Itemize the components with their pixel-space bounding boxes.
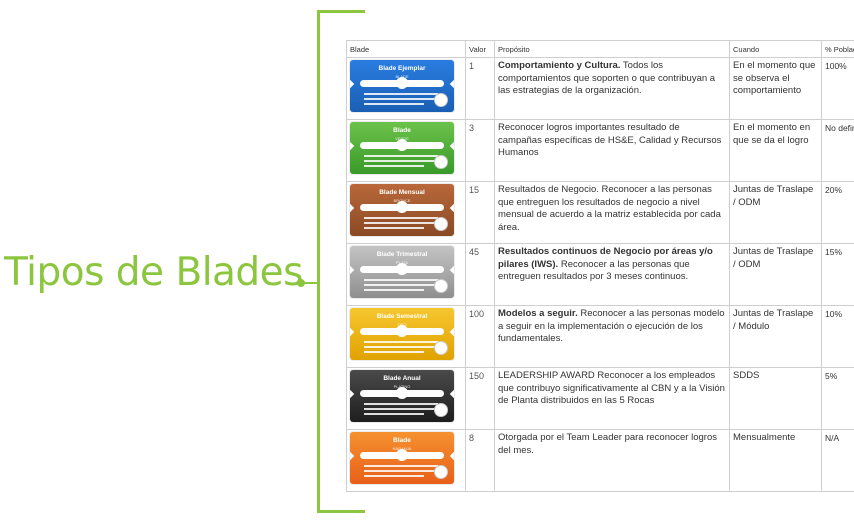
proposito-text: Resultados de Negocio. Reconocer a las p… (498, 184, 721, 233)
col-header-valor: Valor (465, 40, 495, 58)
blade-line (364, 403, 438, 405)
blade-hole (396, 77, 408, 89)
proposito-text: Reconocer logros importantes resultado d… (498, 122, 722, 158)
poblacion-cell: 20% (821, 181, 854, 244)
valor-cell: 100 (465, 305, 495, 368)
blade-line (364, 98, 438, 100)
proposito-cell: Otorgada por el Team Leader para reconoc… (494, 429, 730, 492)
connector-line (302, 282, 318, 284)
col-header-proposito: Propósito (494, 40, 730, 58)
blade-cell: Blade Mensual BRONCE (346, 181, 466, 244)
cuando-cell: En el momento en que se da el logro (729, 119, 822, 182)
valor-cell: 1 (465, 57, 495, 120)
poblacion-cell: N/A (821, 429, 854, 492)
seal-icon (434, 217, 448, 231)
table-row: Blade VERDE 3 Reconocer logros important… (346, 119, 854, 182)
blade-image: Blade VERDE (350, 122, 454, 174)
blade-line (364, 284, 438, 286)
blade-cell: Blade Anual PLATINO (346, 367, 466, 430)
poblacion-cell: No definida (821, 119, 854, 182)
proposito-bold: Modelos a seguir. (498, 308, 578, 319)
valor-cell: 150 (465, 367, 495, 430)
blade-image: Blade NARANJA (350, 432, 454, 484)
seal-icon (434, 341, 448, 355)
valor-cell: 15 (465, 181, 495, 244)
blade-line (364, 351, 424, 353)
proposito-cell: LEADERSHIP AWARD Reconocer a los emplead… (494, 367, 730, 430)
blade-hole (396, 449, 408, 461)
col-header-blade: Blade (346, 40, 466, 58)
blade-line (364, 93, 438, 95)
blade-line (364, 470, 438, 472)
col-header-poblacion: % Población (821, 40, 854, 58)
blade-hole (396, 387, 408, 399)
page-title: Tipos de Blades (4, 250, 304, 295)
blade-image: Blade Mensual BRONCE (350, 184, 454, 236)
table-row: Blade Anual PLATINO 150 LEADERSHIP AWARD… (346, 367, 854, 430)
blade-line (364, 413, 424, 415)
proposito-text: LEADERSHIP AWARD Reconocer a los emplead… (498, 370, 725, 406)
seal-icon (434, 465, 448, 479)
table-header-row: Blade Valor Propósito Cuando % Población (346, 40, 854, 58)
valor-cell: 45 (465, 243, 495, 306)
blade-line (364, 289, 424, 291)
blade-line (364, 475, 424, 477)
valor-cell: 8 (465, 429, 495, 492)
cuando-cell: Juntas de Traslape / ODM (729, 181, 822, 244)
poblacion-cell: 15% (821, 243, 854, 306)
blade-line (364, 217, 438, 219)
seal-icon (434, 155, 448, 169)
proposito-cell: Comportamiento y Cultura. Todos los comp… (494, 57, 730, 120)
cuando-cell: Mensualmente (729, 429, 822, 492)
table-row: Blade Ejemplar BLADE 1 Comportamiento y … (346, 57, 854, 120)
cuando-cell: Juntas de Traslape / Módulo (729, 305, 822, 368)
proposito-cell: Resultados continuos de Negocio por área… (494, 243, 730, 306)
blade-line (364, 227, 424, 229)
proposito-cell: Reconocer logros importantes resultado d… (494, 119, 730, 182)
cuando-cell: En el momento que se observa el comporta… (729, 57, 822, 120)
blade-cell: Blade Semestral ORO (346, 305, 466, 368)
blade-line (364, 103, 424, 105)
blade-line (364, 346, 438, 348)
seal-icon (434, 403, 448, 417)
blade-cell: Blade NARANJA (346, 429, 466, 492)
cuando-cell: SDDS (729, 367, 822, 430)
cuando-cell: Juntas de Traslape / ODM (729, 243, 822, 306)
blade-line (364, 465, 438, 467)
blade-cell: Blade Trimestral PLATA (346, 243, 466, 306)
blade-line (364, 341, 438, 343)
blade-line (364, 222, 438, 224)
blade-image: Blade Trimestral PLATA (350, 246, 454, 298)
blade-hole (396, 201, 408, 213)
table-row: Blade Mensual BRONCE 15 Resultados de Ne… (346, 181, 854, 244)
table-row: Blade Trimestral PLATA 45 Resultados con… (346, 243, 854, 306)
blade-hole (396, 139, 408, 151)
blade-line (364, 279, 438, 281)
valor-cell: 3 (465, 119, 495, 182)
seal-icon (434, 279, 448, 293)
blade-hole (396, 263, 408, 275)
blade-image: Blade Ejemplar BLADE (350, 60, 454, 112)
proposito-text: Otorgada por el Team Leader para reconoc… (498, 432, 717, 456)
proposito-cell: Modelos a seguir. Reconocer a las person… (494, 305, 730, 368)
blade-line (364, 408, 438, 410)
poblacion-cell: 100% (821, 57, 854, 120)
blade-cell: Blade Ejemplar BLADE (346, 57, 466, 120)
poblacion-cell: 10% (821, 305, 854, 368)
table-row: Blade NARANJA 8 Otorgada por el Team Lea… (346, 429, 854, 492)
blade-image: Blade Anual PLATINO (350, 370, 454, 422)
table-row: Blade Semestral ORO 100 Modelos a seguir… (346, 305, 854, 368)
blade-hole (396, 325, 408, 337)
seal-icon (434, 93, 448, 107)
blade-line (364, 165, 424, 167)
proposito-cell: Resultados de Negocio. Reconocer a las p… (494, 181, 730, 244)
blades-table: Blade Valor Propósito Cuando % Población… (346, 40, 854, 492)
blade-image: Blade Semestral ORO (350, 308, 454, 360)
blade-cell: Blade VERDE (346, 119, 466, 182)
poblacion-cell: 5% (821, 367, 854, 430)
blade-line (364, 160, 438, 162)
blade-line (364, 155, 438, 157)
proposito-bold: Comportamiento y Cultura. (498, 60, 621, 71)
col-header-cuando: Cuando (729, 40, 822, 58)
